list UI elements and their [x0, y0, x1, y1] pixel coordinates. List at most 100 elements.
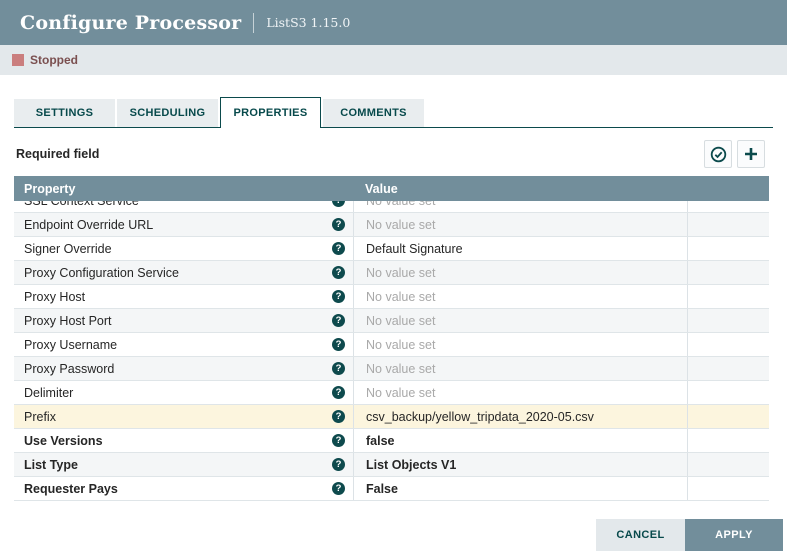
- add-property-button[interactable]: [737, 140, 765, 168]
- dialog-footer: CANCEL APPLY: [596, 519, 783, 551]
- property-value: No value set: [366, 218, 435, 232]
- extra-cell: [687, 201, 769, 212]
- property-cell: Proxy Configuration Service ?: [14, 261, 353, 284]
- tab-strip: SETTINGS SCHEDULING PROPERTIES COMMENTS: [14, 97, 773, 128]
- extra-cell: [687, 477, 769, 500]
- processor-name-version: ListS3 1.15.0: [266, 15, 350, 30]
- property-name: Proxy Password: [24, 362, 114, 376]
- help-icon[interactable]: ?: [332, 410, 345, 423]
- value-cell[interactable]: List Objects V1: [353, 453, 687, 476]
- value-cell[interactable]: No value set: [353, 333, 687, 356]
- property-value: No value set: [366, 266, 435, 280]
- value-cell[interactable]: csv_backup/yellow_tripdata_2020-05.csv: [353, 405, 687, 428]
- help-icon[interactable]: ?: [332, 482, 345, 495]
- cancel-button[interactable]: CANCEL: [596, 519, 685, 551]
- property-row[interactable]: Proxy Host ? No value set: [14, 285, 769, 309]
- tab-comments[interactable]: COMMENTS: [323, 99, 424, 127]
- tab-scheduling[interactable]: SCHEDULING: [117, 99, 218, 127]
- property-row[interactable]: Endpoint Override URL ? No value set: [14, 213, 769, 237]
- property-value: No value set: [366, 362, 435, 376]
- help-icon[interactable]: ?: [332, 338, 345, 351]
- property-cell: Requester Pays ?: [14, 477, 353, 500]
- dialog-titlebar: Configure Processor ListS3 1.15.0: [0, 0, 787, 45]
- value-cell[interactable]: No value set: [353, 357, 687, 380]
- property-name: List Type: [24, 458, 78, 472]
- help-icon[interactable]: ?: [332, 386, 345, 399]
- property-value: No value set: [366, 314, 435, 328]
- property-name: Proxy Host: [24, 290, 85, 304]
- property-name: Proxy Configuration Service: [24, 266, 179, 280]
- property-cell: Use Versions ?: [14, 429, 353, 452]
- property-name: Proxy Username: [24, 338, 117, 352]
- extra-cell: [687, 357, 769, 380]
- tab-properties-label: PROPERTIES: [234, 107, 308, 119]
- properties-table-header: Property Value: [14, 176, 769, 201]
- value-cell[interactable]: No value set: [353, 213, 687, 236]
- property-row[interactable]: Requester Pays ? False: [14, 477, 769, 501]
- property-cell: List Type ?: [14, 453, 353, 476]
- help-icon[interactable]: ?: [332, 290, 345, 303]
- help-icon[interactable]: ?: [332, 434, 345, 447]
- property-row[interactable]: Signer Override ? Default Signature: [14, 237, 769, 261]
- help-icon[interactable]: ?: [332, 362, 345, 375]
- property-cell: Endpoint Override URL ?: [14, 213, 353, 236]
- property-row[interactable]: Use Versions ? false: [14, 429, 769, 453]
- apply-button[interactable]: APPLY: [685, 519, 783, 551]
- status-label: Stopped: [30, 53, 78, 67]
- property-name: Delimiter: [24, 386, 73, 400]
- help-icon[interactable]: ?: [332, 266, 345, 279]
- property-cell: Proxy Username ?: [14, 333, 353, 356]
- property-row[interactable]: Proxy Username ? No value set: [14, 333, 769, 357]
- tab-comments-label: COMMENTS: [340, 107, 407, 119]
- property-cell: Delimiter ?: [14, 381, 353, 404]
- help-icon[interactable]: ?: [332, 201, 345, 207]
- verify-properties-button[interactable]: [704, 140, 732, 168]
- property-value: No value set: [366, 338, 435, 352]
- title-separator: [253, 13, 254, 33]
- help-icon[interactable]: ?: [332, 314, 345, 327]
- property-name: Use Versions: [24, 434, 103, 448]
- property-row[interactable]: Delimiter ? No value set: [14, 381, 769, 405]
- value-cell[interactable]: No value set: [353, 381, 687, 404]
- property-cell: Proxy Host ?: [14, 285, 353, 308]
- help-icon[interactable]: ?: [332, 242, 345, 255]
- value-cell[interactable]: Default Signature: [353, 237, 687, 260]
- property-value: List Objects V1: [366, 458, 456, 472]
- property-value: False: [366, 482, 398, 496]
- value-cell[interactable]: No value set: [353, 261, 687, 284]
- property-row[interactable]: SSL Context Service ? No value set: [14, 201, 769, 213]
- extra-cell: [687, 261, 769, 284]
- value-cell[interactable]: False: [353, 477, 687, 500]
- property-name: Requester Pays: [24, 482, 118, 496]
- value-cell[interactable]: false: [353, 429, 687, 452]
- property-cell: Signer Override ?: [14, 237, 353, 260]
- column-header-value: Value: [353, 182, 687, 196]
- tabs-container: SETTINGS SCHEDULING PROPERTIES COMMENTS: [0, 75, 787, 128]
- property-row[interactable]: Proxy Password ? No value set: [14, 357, 769, 381]
- property-cell: Prefix ?: [14, 405, 353, 428]
- properties-table: Property Value SSL Context Service ? No …: [14, 176, 769, 501]
- property-name: Signer Override: [24, 242, 112, 256]
- help-icon[interactable]: ?: [332, 218, 345, 231]
- help-icon[interactable]: ?: [332, 458, 345, 471]
- tab-settings[interactable]: SETTINGS: [14, 99, 115, 127]
- property-cell: Proxy Host Port ?: [14, 309, 353, 332]
- extra-cell: [687, 429, 769, 452]
- toolbar-buttons: [704, 140, 765, 168]
- extra-cell: [687, 309, 769, 332]
- extra-cell: [687, 453, 769, 476]
- value-cell[interactable]: No value set: [353, 285, 687, 308]
- property-name: Proxy Host Port: [24, 314, 112, 328]
- value-cell[interactable]: No value set: [353, 309, 687, 332]
- property-value: Default Signature: [366, 242, 463, 256]
- value-cell[interactable]: No value set: [353, 201, 687, 212]
- property-name: SSL Context Service: [24, 201, 139, 208]
- extra-cell: [687, 237, 769, 260]
- property-value: csv_backup/yellow_tripdata_2020-05.csv: [366, 410, 594, 424]
- property-row[interactable]: Prefix ? csv_backup/yellow_tripdata_2020…: [14, 405, 769, 429]
- property-row[interactable]: Proxy Host Port ? No value set: [14, 309, 769, 333]
- property-row[interactable]: Proxy Configuration Service ? No value s…: [14, 261, 769, 285]
- tab-properties[interactable]: PROPERTIES: [220, 97, 321, 128]
- property-row[interactable]: List Type ? List Objects V1: [14, 453, 769, 477]
- property-value: No value set: [366, 201, 435, 208]
